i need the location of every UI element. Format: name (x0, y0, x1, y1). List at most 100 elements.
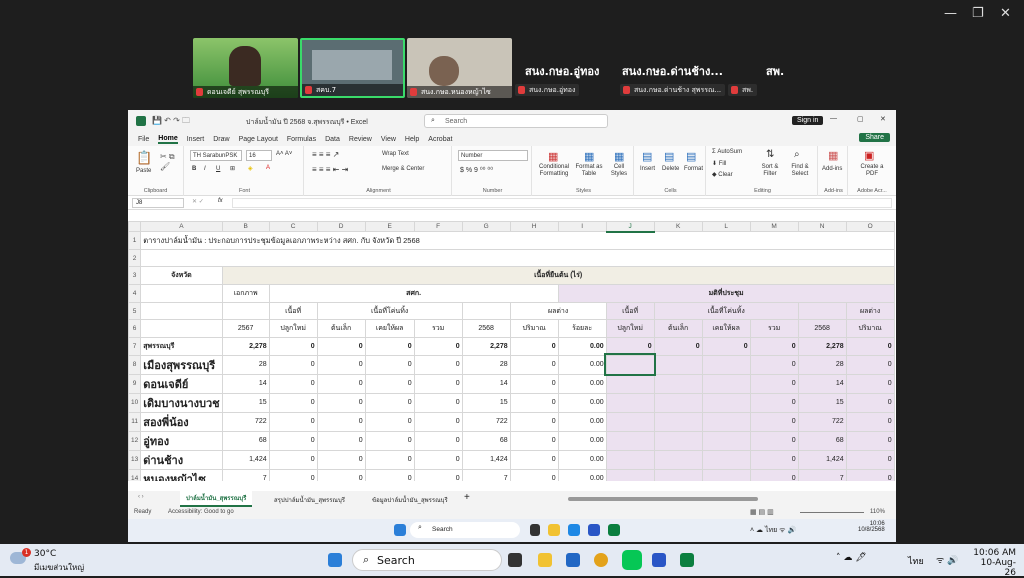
row-header[interactable]: 2 (128, 248, 142, 268)
search-box[interactable]: ⌕ Search (424, 114, 608, 128)
conditional-formatting-icon[interactable]: ▦ (548, 150, 558, 163)
cell[interactable] (140, 301, 223, 321)
participant-pill[interactable]: สพ. (728, 84, 758, 96)
value-cell[interactable] (701, 354, 751, 375)
number-format-select[interactable]: Number (458, 150, 528, 161)
share-button[interactable]: Share (859, 133, 890, 142)
qty-header[interactable]: ปริมาณ (509, 319, 559, 339)
column-header[interactable]: I (557, 221, 607, 232)
cell[interactable] (140, 284, 223, 303)
value-cell[interactable]: 0.00 (557, 430, 607, 451)
line-icon[interactable] (622, 550, 642, 570)
row-header[interactable]: 8 (128, 354, 142, 375)
new-area-header-2[interactable]: ปลูกใหม่ (268, 319, 318, 339)
file-explorer-icon[interactable] (538, 553, 552, 567)
value-cell[interactable]: 0 (268, 468, 318, 481)
cancel-enter-icons[interactable]: ✕ ✓ (192, 198, 204, 205)
value-cell[interactable]: 0 (268, 337, 318, 356)
value-cell[interactable]: 0 (268, 392, 318, 413)
row-header[interactable]: 7 (128, 337, 142, 356)
district-cell[interactable]: หนองหญ้าไซ (140, 468, 223, 481)
value-cell[interactable]: 7 (221, 468, 270, 481)
start-icon[interactable] (394, 524, 406, 536)
old-header[interactable]: เคยให้ผล (701, 319, 751, 339)
value-cell[interactable]: 0 (749, 392, 799, 413)
word-icon[interactable] (652, 553, 666, 567)
value-cell[interactable]: 1,424 (461, 449, 511, 470)
unity-header[interactable]: เอกภาพ (221, 284, 270, 303)
value-cell[interactable]: 68 (797, 430, 847, 451)
tray-icons[interactable]: ˄ ☁ ไทย ᯤ 🔊 (750, 525, 796, 536)
value-cell[interactable] (605, 430, 655, 451)
fx-icon[interactable]: fx (218, 198, 223, 204)
value-cell[interactable]: 0 (316, 354, 366, 375)
value-cell[interactable] (653, 354, 703, 375)
value-cell[interactable] (653, 430, 703, 451)
value-cell[interactable]: 0 (268, 354, 318, 375)
row-header[interactable]: 13 (128, 449, 142, 470)
value-cell[interactable] (653, 411, 703, 432)
sheet-title-cell[interactable]: ตารางปาล์มน้ำมัน : ประกอบการประชุมข้อมูล… (140, 231, 895, 250)
oae-header[interactable]: สศก. (268, 284, 559, 303)
value-cell[interactable] (605, 411, 655, 432)
number-format-icons[interactable]: $ % 9 ⁰⁰ ⁰⁰ (460, 166, 493, 174)
value-cell[interactable]: 0 (845, 411, 895, 432)
italic-icon[interactable]: I (204, 166, 206, 172)
horizontal-scrollbar[interactable] (568, 497, 758, 501)
minimize-icon[interactable]: — (944, 6, 957, 21)
sheet-tab[interactable]: ข้อมูลปาล์มน้ำมัน_สุพรรณบุรี (372, 495, 448, 505)
diff-header[interactable]: ผลต่าง (845, 301, 895, 321)
name-box[interactable]: J8 (132, 198, 184, 208)
restore-icon[interactable]: ❐ (972, 6, 984, 21)
value-cell[interactable]: 2,278 (461, 337, 511, 356)
cell[interactable] (140, 319, 223, 339)
value-cell[interactable]: 0.00 (557, 468, 607, 481)
value-cell[interactable] (605, 468, 655, 481)
paste-icon[interactable]: 📋 (136, 150, 152, 166)
value-cell[interactable]: 0 (364, 392, 415, 413)
year-header[interactable]: 2568 (461, 319, 511, 339)
district-cell[interactable]: เดิมบางนางบวช (140, 392, 223, 413)
weather-temp[interactable]: 30°C (34, 549, 56, 559)
cell[interactable] (221, 301, 270, 321)
fill-button[interactable]: ⬇ Fill (712, 160, 726, 167)
value-cell[interactable]: 68 (221, 430, 270, 451)
value-cell[interactable]: 0 (749, 430, 799, 451)
participant-pill[interactable]: สนง.กษอ.อู่ทอง (515, 84, 580, 96)
zoom-level[interactable]: 110% (870, 509, 885, 515)
select-all[interactable] (128, 221, 142, 232)
value-cell[interactable]: 0 (316, 430, 366, 451)
value-cell[interactable]: 28 (797, 354, 847, 375)
row-header[interactable]: 5 (128, 301, 142, 321)
value-cell[interactable]: 0 (509, 449, 559, 470)
pdf-icon[interactable]: ▣ (864, 149, 874, 162)
value-cell[interactable]: 0 (268, 411, 318, 432)
column-header[interactable]: B (221, 221, 270, 232)
sheet-tab[interactable]: สรุปปาล์มน้ำมัน_สุพรรณบุรี (274, 495, 345, 505)
addins-icon[interactable]: ▦ (828, 149, 838, 162)
value-cell[interactable]: 0 (413, 354, 463, 375)
row-header[interactable]: 6 (128, 319, 142, 339)
tab-help[interactable]: Help (405, 136, 419, 143)
value-cell[interactable]: 0 (316, 373, 366, 394)
tab-formulas[interactable]: Formulas (287, 136, 316, 143)
value-cell[interactable]: 0 (268, 430, 318, 451)
value-cell[interactable]: 0 (749, 449, 799, 470)
value-cell[interactable]: 28 (221, 354, 270, 375)
old-header[interactable]: เคยให้ผล (364, 319, 415, 339)
value-cell[interactable]: 0 (364, 354, 415, 375)
tab-view[interactable]: View (381, 136, 396, 143)
search-box[interactable]: ⌕ Search (352, 549, 502, 571)
font-color-icon[interactable]: A (266, 165, 270, 171)
cell[interactable] (797, 301, 847, 321)
tab-page-layout[interactable]: Page Layout (239, 136, 278, 143)
pct-header[interactable]: ร้อยละ (557, 319, 607, 339)
cut-copy-icons[interactable]: ✂ ⧉ 🖌 (160, 152, 183, 171)
province-header[interactable]: จังหวัด (140, 266, 223, 286)
underline-icon[interactable]: U (216, 166, 220, 172)
value-cell[interactable]: 722 (221, 411, 270, 432)
new-area-header-2[interactable]: ปลูกใหม่ (605, 319, 655, 339)
value-cell[interactable]: 7 (797, 468, 847, 481)
value-cell[interactable] (605, 449, 655, 470)
font-grow-shrink-icons[interactable]: A˄ A˅ (276, 151, 292, 157)
